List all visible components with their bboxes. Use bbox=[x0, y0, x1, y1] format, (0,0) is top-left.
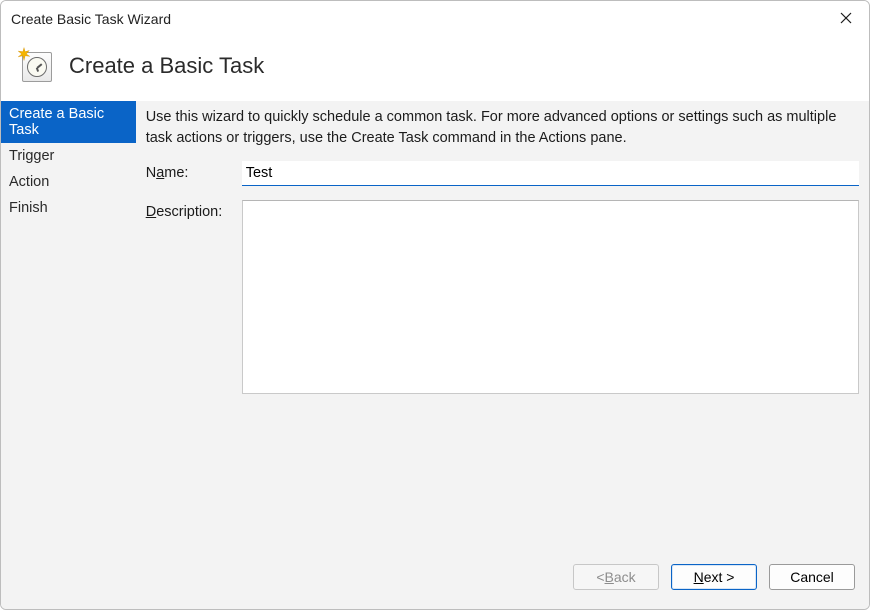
back-button: < Back bbox=[573, 564, 659, 590]
name-input[interactable] bbox=[242, 161, 859, 186]
wizard-body: Create a Basic Task Trigger Action Finis… bbox=[1, 101, 869, 551]
wizard-footer: < Back Next > Cancel bbox=[1, 551, 869, 609]
step-trigger[interactable]: Trigger bbox=[1, 143, 136, 169]
next-button[interactable]: Next > bbox=[671, 564, 757, 590]
window-title: Create Basic Task Wizard bbox=[11, 11, 171, 27]
description-input[interactable] bbox=[242, 200, 859, 394]
page-title: Create a Basic Task bbox=[69, 53, 264, 79]
step-action[interactable]: Action bbox=[1, 169, 136, 195]
name-label: Name: bbox=[146, 161, 242, 181]
wizard-intro-text: Use this wizard to quickly schedule a co… bbox=[146, 107, 859, 149]
wizard-content: Use this wizard to quickly schedule a co… bbox=[136, 101, 869, 551]
titlebar: Create Basic Task Wizard bbox=[1, 1, 869, 37]
description-label: Description: bbox=[146, 200, 242, 220]
steps-sidebar: Create a Basic Task Trigger Action Finis… bbox=[1, 101, 136, 551]
scheduled-task-icon bbox=[19, 49, 53, 83]
wizard-window: Create Basic Task Wizard Create a Basic … bbox=[0, 0, 870, 610]
wizard-header: Create a Basic Task bbox=[1, 37, 869, 101]
cancel-button[interactable]: Cancel bbox=[769, 564, 855, 590]
step-finish[interactable]: Finish bbox=[1, 195, 136, 221]
close-icon bbox=[840, 11, 852, 27]
description-row: Description: bbox=[146, 200, 859, 394]
step-create-basic-task[interactable]: Create a Basic Task bbox=[1, 101, 136, 143]
name-row: Name: bbox=[146, 161, 859, 186]
close-button[interactable] bbox=[823, 1, 869, 37]
